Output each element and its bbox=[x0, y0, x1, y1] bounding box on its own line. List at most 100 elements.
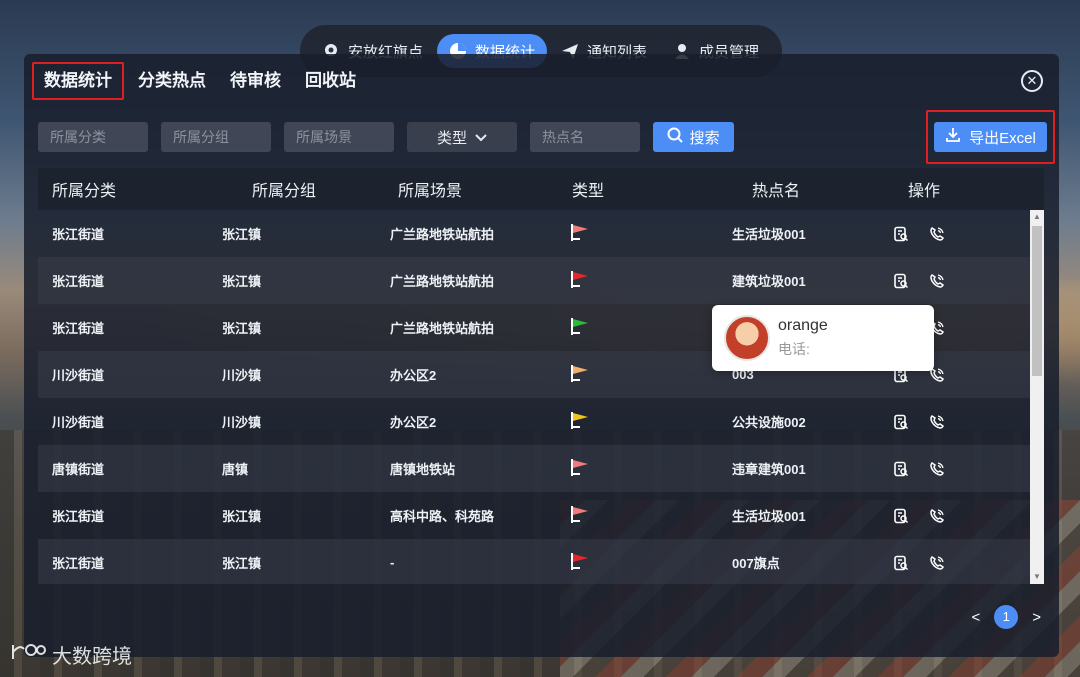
scroll-down-arrow-icon[interactable]: ▼ bbox=[1030, 570, 1044, 584]
header-category: 所属分类 bbox=[52, 183, 117, 200]
tab-statistics[interactable]: 数据统计 bbox=[32, 62, 124, 100]
flag-icon bbox=[568, 222, 594, 242]
flag-icon bbox=[568, 457, 594, 477]
search-icon bbox=[667, 127, 684, 147]
cell-type bbox=[558, 504, 718, 527]
table-body[interactable]: 张江街道 张江镇 广兰路地铁站航拍 生活垃圾001 张江街道 张江镇 广兰路地铁站航拍 建筑… bbox=[38, 210, 1044, 584]
pagination: < 1 > bbox=[971, 605, 1041, 629]
table-row[interactable]: 张江街道 张江镇 - 007旗点 bbox=[38, 539, 1044, 584]
view-details-icon[interactable] bbox=[892, 272, 910, 290]
cell-group: 张江镇 bbox=[222, 274, 262, 289]
popup-member-name: orange bbox=[778, 317, 828, 334]
cell-type bbox=[558, 457, 718, 480]
view-details-icon[interactable] bbox=[892, 554, 910, 572]
watermark: 大数跨境 bbox=[10, 640, 132, 669]
cell-actions bbox=[888, 413, 1044, 431]
export-highlight: 导出Excel bbox=[926, 110, 1055, 164]
flag-icon bbox=[568, 410, 594, 430]
export-excel-button[interactable]: 导出Excel bbox=[934, 122, 1047, 152]
search-button-label: 搜索 bbox=[689, 129, 720, 147]
cell-actions bbox=[888, 272, 1044, 290]
cell-category: 川沙街道 bbox=[52, 368, 105, 383]
cell-group: 张江镇 bbox=[222, 227, 262, 242]
view-details-icon[interactable] bbox=[892, 225, 910, 243]
cell-type bbox=[558, 269, 718, 292]
cell-scene: 高科中路、科苑路 bbox=[390, 509, 495, 524]
search-button[interactable]: 搜索 bbox=[653, 122, 734, 152]
tab-pending-review[interactable]: 待审核 bbox=[220, 62, 291, 100]
export-button-label: 导出Excel bbox=[969, 129, 1036, 147]
cell-type bbox=[558, 316, 718, 339]
table-row[interactable]: 张江街道 张江镇 广兰路地铁站航拍 建筑垃圾001 bbox=[38, 257, 1044, 304]
cell-category: 唐镇街道 bbox=[52, 462, 105, 477]
type-select[interactable]: 类型 bbox=[407, 122, 517, 152]
cell-scene: 广兰路地铁站航拍 bbox=[390, 274, 495, 289]
table-header: 所属分类 所属分组 所属场景 类型 热点名 操作 bbox=[38, 168, 1044, 210]
cell-type bbox=[558, 222, 718, 245]
cell-type bbox=[558, 551, 718, 574]
phone-call-icon[interactable] bbox=[928, 225, 946, 243]
next-page-button[interactable]: > bbox=[1032, 609, 1041, 626]
flag-icon bbox=[568, 316, 594, 336]
cell-category: 张江街道 bbox=[52, 227, 105, 242]
category-input[interactable] bbox=[38, 122, 148, 152]
phone-call-icon[interactable] bbox=[928, 507, 946, 525]
cell-actions bbox=[888, 225, 1044, 243]
cell-hotspot-name: 生活垃圾001 bbox=[732, 509, 806, 524]
cell-hotspot-name: 公共设施002 bbox=[732, 415, 806, 430]
page-number-current[interactable]: 1 bbox=[994, 605, 1019, 629]
vertical-scrollbar[interactable]: ▲ ▼ bbox=[1030, 210, 1044, 584]
cell-type bbox=[558, 363, 718, 386]
close-icon[interactable]: ✕ bbox=[1021, 70, 1043, 92]
cell-group: 张江镇 bbox=[222, 556, 262, 571]
data-table: 所属分类 所属分组 所属场景 类型 热点名 操作 张江街道 张江镇 广兰路地铁站航拍… bbox=[38, 168, 1044, 584]
header-hotspot-name: 热点名 bbox=[752, 183, 801, 200]
phone-call-icon[interactable] bbox=[928, 272, 946, 290]
phone-call-icon[interactable] bbox=[928, 554, 946, 572]
hotspot-input[interactable] bbox=[530, 122, 640, 152]
table-rows: 张江街道 张江镇 广兰路地铁站航拍 生活垃圾001 张江街道 张江镇 广兰路地铁站航拍 建筑… bbox=[38, 210, 1044, 584]
group-input[interactable] bbox=[161, 122, 271, 152]
type-select-label: 类型 bbox=[436, 129, 467, 147]
filter-bar: 类型 搜索 bbox=[38, 122, 734, 152]
scroll-up-arrow-icon[interactable]: ▲ bbox=[1030, 210, 1044, 224]
phone-call-icon[interactable] bbox=[928, 460, 946, 478]
tab-category-hotspots[interactable]: 分类热点 bbox=[128, 62, 216, 100]
phone-call-icon[interactable] bbox=[928, 413, 946, 431]
flag-icon bbox=[568, 504, 594, 524]
table-row[interactable]: 唐镇街道 唐镇 唐镇地铁站 违章建筑001 bbox=[38, 445, 1044, 492]
flag-icon bbox=[568, 269, 594, 289]
flag-icon bbox=[568, 363, 594, 383]
watermark-logo-icon bbox=[10, 641, 46, 669]
table-row[interactable]: 川沙街道 川沙镇 办公区2 公共设施002 bbox=[38, 398, 1044, 445]
scroll-thumb[interactable] bbox=[1032, 226, 1042, 376]
cell-hotspot-name: 生活垃圾001 bbox=[732, 227, 806, 242]
table-row[interactable]: 张江街道 张江镇 高科中路、科苑路 生活垃圾001 bbox=[38, 492, 1044, 539]
cell-hotspot-name: 007旗点 bbox=[732, 556, 780, 571]
tab-recycle-bin[interactable]: 回收站 bbox=[295, 62, 366, 100]
cell-group: 川沙镇 bbox=[222, 368, 262, 383]
cell-category: 川沙街道 bbox=[52, 415, 105, 430]
cell-group: 张江镇 bbox=[222, 509, 262, 524]
cell-group: 唐镇 bbox=[222, 462, 249, 477]
cell-actions bbox=[888, 460, 1044, 478]
view-details-icon[interactable] bbox=[892, 460, 910, 478]
table-row[interactable]: 张江街道 张江镇 广兰路地铁站航拍 生活垃圾001 bbox=[38, 210, 1044, 257]
popup-text: orange 电话: bbox=[778, 317, 828, 359]
header-actions: 操作 bbox=[908, 183, 941, 200]
prev-page-button[interactable]: < bbox=[971, 609, 980, 626]
watermark-text: 大数跨境 bbox=[52, 646, 132, 668]
tab-bar: 数据统计 分类热点 待审核 回收站 bbox=[32, 62, 370, 100]
avatar bbox=[724, 315, 770, 361]
scene-input[interactable] bbox=[284, 122, 394, 152]
cell-category: 张江街道 bbox=[52, 274, 105, 289]
cell-scene: 办公区2 bbox=[390, 415, 437, 430]
flag-icon bbox=[568, 551, 594, 571]
view-details-icon[interactable] bbox=[892, 507, 910, 525]
view-details-icon[interactable] bbox=[892, 413, 910, 431]
cell-category: 张江街道 bbox=[52, 556, 105, 571]
cell-hotspot-name: 建筑垃圾001 bbox=[732, 274, 806, 289]
cell-category: 张江街道 bbox=[52, 321, 105, 336]
cell-group: 川沙镇 bbox=[222, 415, 262, 430]
header-group: 所属分组 bbox=[252, 183, 317, 200]
